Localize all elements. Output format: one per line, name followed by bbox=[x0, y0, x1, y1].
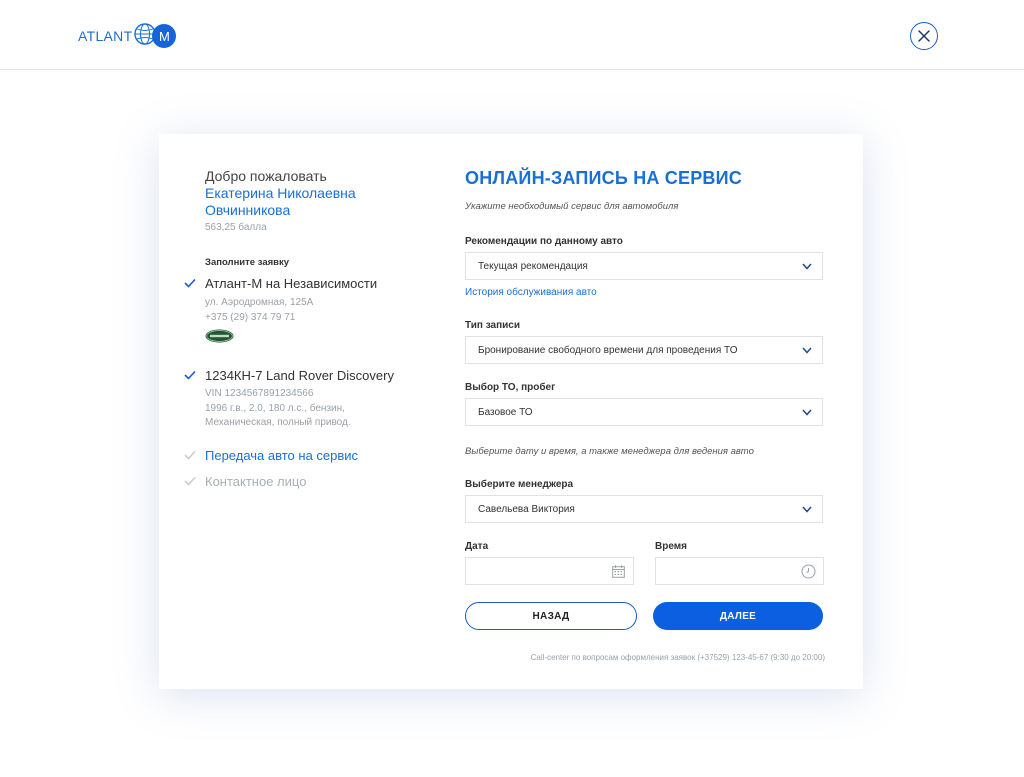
time-field-group: Время bbox=[655, 541, 824, 585]
chevron-down-icon bbox=[802, 263, 812, 270]
calendar-icon bbox=[612, 565, 625, 578]
step-handover[interactable]: Передача авто на сервис bbox=[184, 447, 425, 464]
time-label: Время bbox=[655, 541, 687, 552]
date-field-group: Дата bbox=[465, 541, 634, 585]
step-dealer-title: Атлант-М на Независимости bbox=[205, 276, 378, 291]
record-type-value: Бронирование свободного времени для пров… bbox=[478, 344, 738, 356]
time-input[interactable] bbox=[655, 557, 824, 585]
clock-icon bbox=[801, 564, 816, 579]
callcenter-info: Call-center по вопросам оформления заяво… bbox=[530, 653, 825, 662]
user-name-line1: Екатерина Николаевна bbox=[205, 185, 356, 201]
recommendations-value: Текущая рекомендация bbox=[478, 260, 588, 272]
record-type-select[interactable]: Бронирование свободного времени для пров… bbox=[465, 336, 823, 364]
atlant-m-logo[interactable]: ATLANT M bbox=[78, 22, 177, 50]
dealer-phone: +375 (29) 374 79 71 bbox=[205, 311, 296, 323]
step-contact[interactable]: Контактное лицо bbox=[184, 473, 425, 490]
check-icon bbox=[184, 476, 196, 486]
car-vin: VIN 1234567891234566 bbox=[205, 388, 314, 399]
logo-text: ATLANT bbox=[78, 28, 133, 44]
chevron-down-icon bbox=[802, 506, 812, 513]
record-type-label: Тип записи bbox=[465, 320, 520, 331]
service-select[interactable]: Базовое ТО bbox=[465, 398, 823, 426]
chevron-down-icon bbox=[802, 347, 812, 354]
date-label: Дата bbox=[465, 541, 489, 552]
check-icon bbox=[184, 450, 196, 460]
check-icon bbox=[184, 278, 196, 288]
user-name-line2: Овчинникова bbox=[205, 202, 291, 218]
step-handover-title: Передача авто на сервис bbox=[205, 447, 359, 463]
logo-letter-badge: M bbox=[152, 24, 177, 48]
service-label: Выбор ТО, пробег bbox=[465, 382, 556, 393]
top-header: ATLANT M bbox=[0, 0, 1024, 70]
step-car-title: 1234КН-7 Land Rover Discovery bbox=[205, 368, 394, 383]
date-time-hint: Выберите дату и время, а также менеджера… bbox=[465, 446, 754, 457]
booking-card: Добро пожаловать Екатерина Николаевна Ов… bbox=[159, 134, 863, 689]
user-points: 563,25 балла bbox=[205, 222, 267, 233]
date-time-row: Дата Время bbox=[465, 541, 824, 589]
close-icon bbox=[918, 30, 930, 42]
chevron-down-icon bbox=[802, 409, 812, 416]
booking-sidebar: Добро пожаловать Екатерина Николаевна Ов… bbox=[184, 168, 425, 490]
service-value: Базовое ТО bbox=[478, 406, 533, 418]
back-button[interactable]: НАЗАД bbox=[465, 602, 637, 630]
form-title: ОНЛАЙН-ЗАПИСЬ НА СЕРВИС bbox=[465, 168, 742, 188]
step-dealer[interactable]: Атлант-М на Независимости ул. Аэродромна… bbox=[184, 276, 425, 348]
booking-form: ОНЛАЙН-ЗАПИСЬ НА СЕРВИС Укажите необходи… bbox=[465, 168, 824, 589]
date-input[interactable] bbox=[465, 557, 634, 585]
manager-label: Выберите менеджера bbox=[465, 479, 574, 490]
manager-select[interactable]: Савельева Виктория bbox=[465, 495, 823, 523]
manager-value: Савельева Виктория bbox=[478, 503, 575, 515]
dealer-address: ул. Аэродромная, 125А bbox=[205, 297, 314, 308]
step-car[interactable]: 1234КН-7 Land Rover Discovery VIN 123456… bbox=[184, 368, 425, 431]
car-specs: 1996 г.в., 2.0, 180 л.с., бензин, bbox=[205, 402, 345, 414]
recommendations-select[interactable]: Текущая рекомендация bbox=[465, 252, 823, 280]
welcome-text: Добро пожаловать bbox=[205, 168, 327, 184]
land-rover-badge-icon bbox=[205, 329, 425, 348]
form-subtitle: Укажите необходимый сервис для автомобил… bbox=[465, 201, 679, 212]
close-button[interactable] bbox=[910, 22, 938, 50]
car-transmission: Механическая, полный привод. bbox=[205, 417, 351, 428]
step-contact-title: Контактное лицо bbox=[205, 473, 307, 489]
recommendations-label: Рекомендации по данному авто bbox=[465, 236, 623, 247]
service-history-link[interactable]: История обслуживания авто bbox=[465, 287, 823, 298]
fill-request-label: Заполните заявку bbox=[205, 257, 290, 268]
check-icon bbox=[184, 370, 196, 380]
next-button[interactable]: ДАЛЕЕ bbox=[653, 602, 823, 630]
